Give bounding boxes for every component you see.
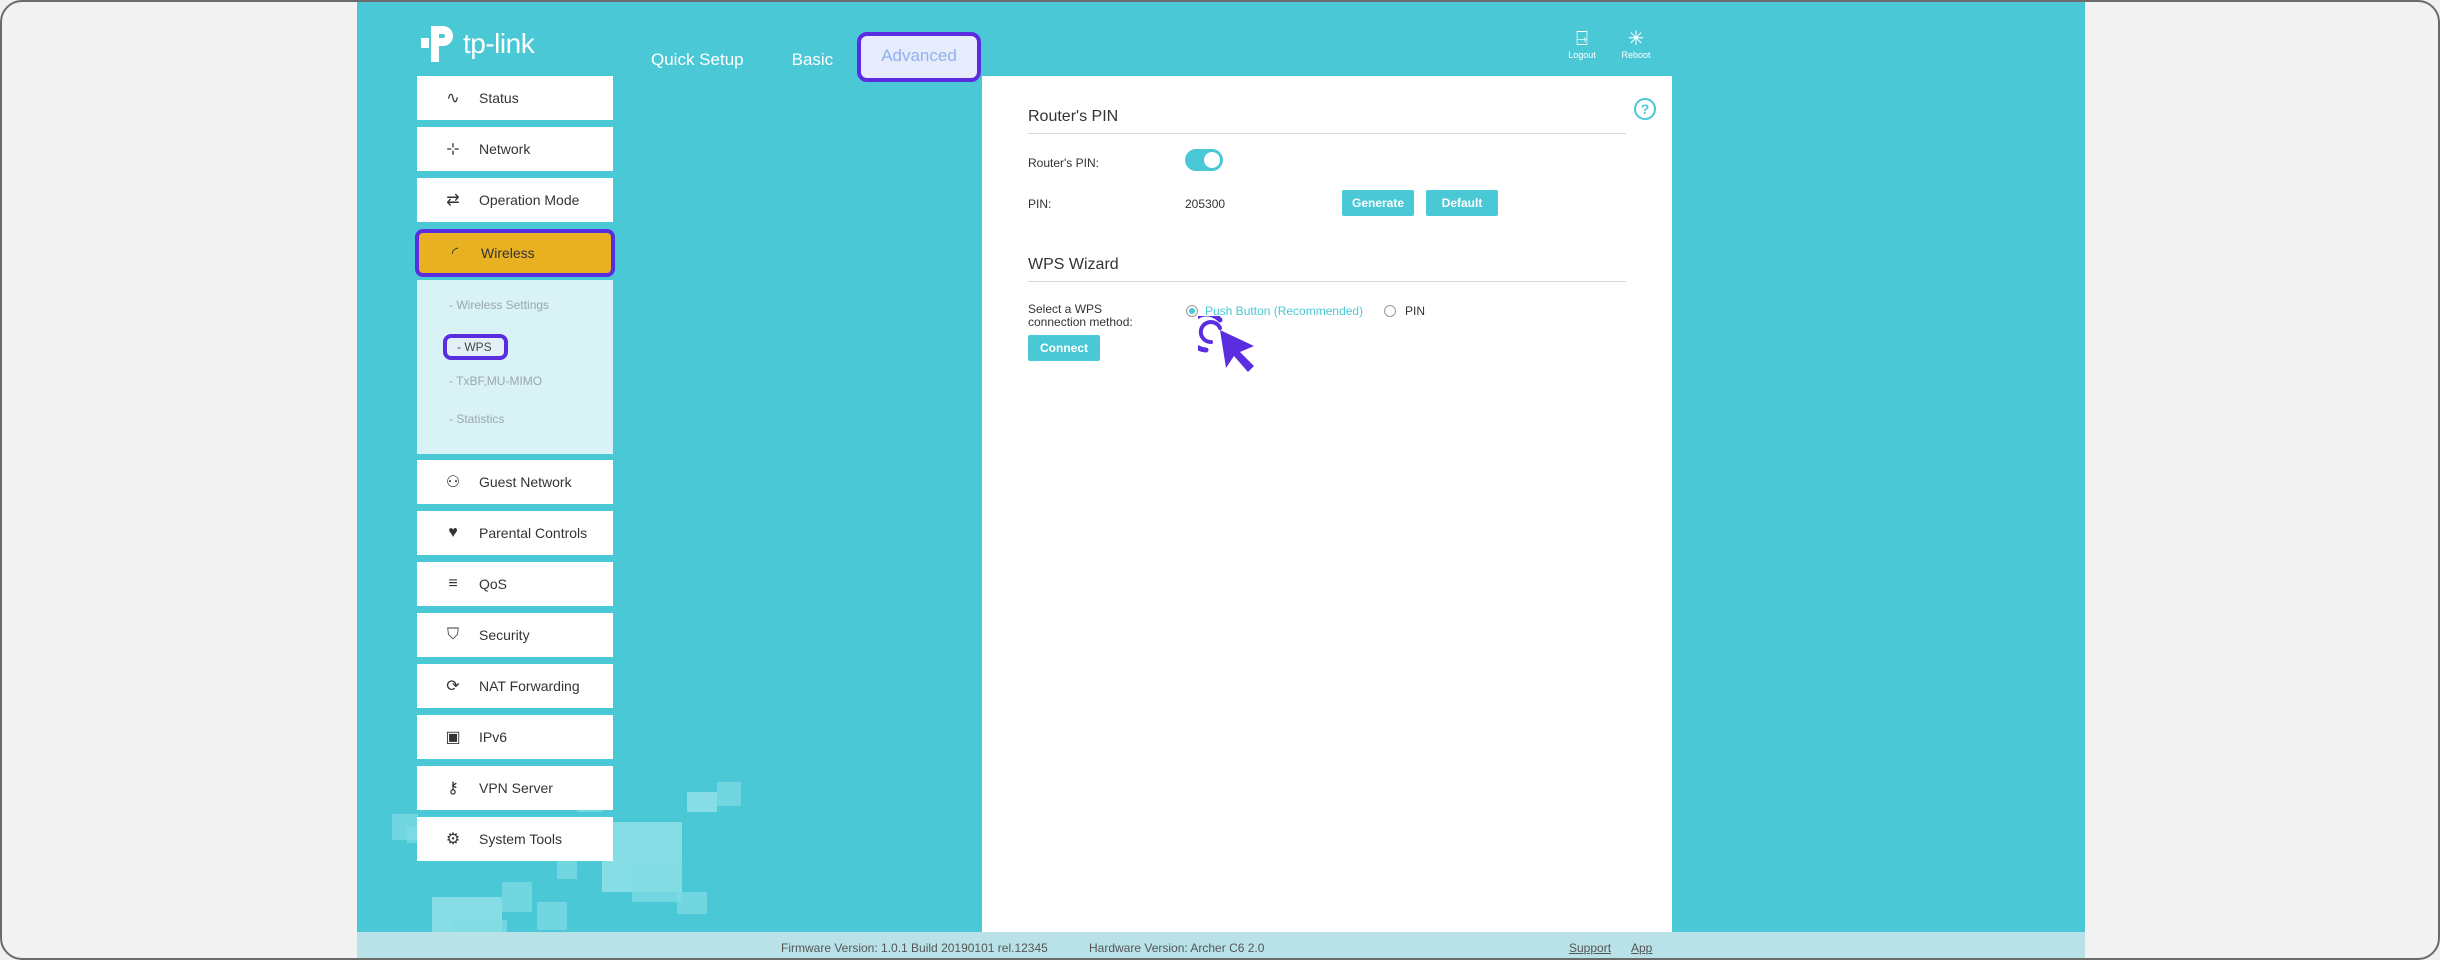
sidebar-item-label: Network: [479, 141, 531, 157]
sidebar-item-network[interactable]: ⊹ Network: [417, 127, 613, 171]
decor-square: [502, 882, 532, 912]
wps-wizard-title: WPS Wizard: [1028, 256, 1119, 273]
submenu-label: Wireless Settings: [456, 298, 550, 312]
sidebar-item-label: System Tools: [479, 831, 562, 847]
push-button-radio[interactable]: [1186, 305, 1198, 317]
pin-option-label[interactable]: PIN: [1405, 304, 1425, 318]
sidebar-item-label: Wireless: [481, 245, 535, 261]
logo-text: tp-link: [463, 28, 535, 59]
logout-button[interactable]: ⍈ Logout: [1562, 28, 1602, 60]
key-icon: ⚷: [447, 780, 459, 797]
browser-frame: tp-link Quick Setup Basic Advanced ⍈ Log…: [0, 0, 2440, 960]
divider: [1028, 133, 1626, 134]
reboot-icon: ✳: [1627, 28, 1645, 50]
sidebar-item-ipv6[interactable]: ▣ IPv6: [417, 715, 613, 759]
sidebar-item-label: IPv6: [479, 729, 508, 745]
pin-value: 205300: [1185, 197, 1226, 211]
decor-square: [687, 792, 717, 812]
main-content: [982, 76, 1672, 958]
top-actions: ⍈ Logout ✳ Reboot: [1562, 28, 1656, 60]
decor-square: [537, 902, 567, 930]
submenu-statistics[interactable]: - Statistics: [449, 412, 504, 426]
sidebar-item-label: Guest Network: [479, 474, 572, 490]
submenu-wps[interactable]: - WPS: [443, 334, 508, 360]
loop-icon: ⇄: [446, 192, 460, 209]
tab-advanced[interactable]: Advanced: [857, 32, 981, 82]
divider: [1028, 281, 1626, 282]
sidebar-item-wireless[interactable]: ◜ Wireless: [415, 229, 615, 277]
decor-square: [452, 920, 507, 932]
sidebar-item-label: Parental Controls: [479, 525, 588, 541]
submenu-label: TxBF,MU-MIMO: [456, 374, 543, 388]
logout-label: Logout: [1568, 50, 1596, 60]
sidebar-item-label: Security: [479, 627, 530, 643]
click-cursor-icon: [1198, 316, 1254, 372]
app-link[interactable]: App: [1631, 941, 1652, 955]
ipv6-icon: ▣: [445, 729, 461, 746]
wireless-submenu: - Wireless Settings - WPS - TxBF,MU-MIMO…: [417, 280, 613, 454]
sidebar-item-label: QoS: [479, 576, 508, 592]
decor-square: [717, 782, 741, 806]
decor-square: [677, 892, 707, 914]
generate-button[interactable]: Generate: [1342, 190, 1414, 216]
sidebar-item-qos[interactable]: ≡ QoS: [417, 562, 613, 606]
pin-radio[interactable]: [1384, 305, 1396, 317]
footer: Firmware Version: 1.0.1 Build 20190101 r…: [357, 932, 2085, 958]
submenu-txbf-mu-mimo[interactable]: - TxBF,MU-MIMO: [449, 374, 542, 388]
router-pin-toggle-label: Router's PIN:: [1028, 156, 1099, 170]
sidebar-item-label: NAT Forwarding: [479, 678, 580, 694]
sidebar-item-nat-forwarding[interactable]: ⟳ NAT Forwarding: [417, 664, 613, 708]
firmware-version: Firmware Version: 1.0.1 Build 20190101 r…: [781, 941, 1048, 955]
toggle-knob: [1204, 152, 1220, 168]
help-icon[interactable]: ?: [1634, 98, 1656, 120]
sidebar-item-label: Status: [479, 90, 519, 106]
sidebar-item-system-tools[interactable]: ⚙ System Tools: [417, 817, 613, 861]
parental-icon: ♥: [448, 524, 458, 541]
router-pin-toggle[interactable]: [1185, 149, 1223, 171]
tp-link-logo-icon: [421, 26, 453, 62]
tp-link-logo[interactable]: tp-link: [417, 22, 535, 66]
hardware-version: Hardware Version: Archer C6 2.0: [1089, 941, 1265, 955]
connect-button[interactable]: Connect: [1028, 335, 1100, 361]
nat-icon: ⟳: [446, 678, 460, 695]
routers-pin-title: Router's PIN: [1028, 108, 1119, 125]
default-button[interactable]: Default: [1426, 190, 1498, 216]
reboot-button[interactable]: ✳ Reboot: [1616, 28, 1656, 60]
top-nav: Quick Setup Basic Advanced: [627, 32, 981, 82]
gear-icon: ⚙: [445, 831, 461, 848]
sidebar-item-label: Operation Mode: [479, 192, 580, 208]
sidebar-item-guest-network[interactable]: ⚇ Guest Network: [417, 460, 613, 504]
wireless-icon: ◜: [451, 245, 459, 262]
support-link[interactable]: Support: [1569, 941, 1611, 955]
users-icon: ⚇: [445, 474, 461, 491]
pin-label: PIN:: [1028, 197, 1052, 211]
pulse-icon: ∿: [446, 90, 460, 107]
sidebar-item-security[interactable]: ⛉ Security: [417, 613, 613, 657]
sidebar-item-operation-mode[interactable]: ⇄ Operation Mode: [417, 178, 613, 222]
wps-method-label: Select a WPS connection method:: [1028, 302, 1133, 329]
submenu-label: WPS: [464, 340, 492, 354]
sidebar-item-parental-controls[interactable]: ♥ Parental Controls: [417, 511, 613, 555]
sidebar-item-label: VPN Server: [479, 780, 553, 796]
reboot-label: Reboot: [1621, 50, 1651, 60]
shield-icon: ⛉: [446, 626, 459, 643]
qos-icon: ≡: [448, 575, 458, 592]
network-icon: ⊹: [446, 141, 460, 158]
submenu-label: Statistics: [456, 412, 505, 426]
decor-square: [632, 862, 682, 902]
tab-quick-setup[interactable]: Quick Setup: [627, 36, 768, 82]
sidebar-item-vpn-server[interactable]: ⚷ VPN Server: [417, 766, 613, 810]
sidebar-item-status[interactable]: ∿ Status: [417, 76, 613, 120]
submenu-wireless-settings[interactable]: - Wireless Settings: [449, 298, 549, 312]
tab-basic[interactable]: Basic: [768, 36, 858, 82]
logout-icon: ⍈: [1576, 28, 1588, 50]
